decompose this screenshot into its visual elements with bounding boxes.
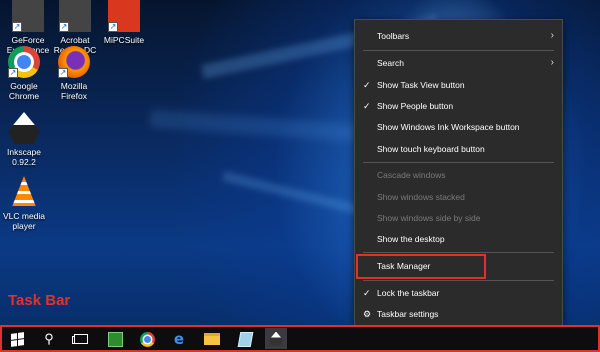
geforce-icon: ↗ (12, 0, 44, 32)
desktop-icon-mipcsuite[interactable]: ↗ MiPCSuite (96, 0, 152, 45)
search-button[interactable]: ⚲ (40, 330, 58, 348)
desktop-icon-firefox[interactable]: ↗ Mozilla Firefox (46, 46, 102, 101)
desktop-icon-label: Inkscape 0.92.2 (6, 147, 42, 167)
taskbar-file-explorer[interactable] (203, 330, 221, 348)
menu-item-label: Lock the taskbar (377, 288, 440, 298)
taskbar-edge[interactable]: e (170, 330, 188, 348)
shortcut-arrow-icon: ↗ (12, 22, 22, 32)
checkmark-icon: ✓ (363, 288, 371, 298)
taskbar-app-green[interactable] (106, 330, 124, 348)
desktop-icon-label: VLC media player (2, 211, 46, 231)
shortcut-arrow-icon: ↗ (8, 68, 18, 78)
menu-separator (363, 162, 554, 163)
shortcut-arrow-icon: ↗ (108, 22, 118, 32)
desktop-icon-label: Mozilla Firefox (60, 81, 88, 101)
desktop-icon-vlc[interactable]: VLC media player (0, 176, 52, 231)
menu-item-label: Toolbars (377, 31, 410, 41)
app-icon (107, 331, 123, 347)
inkscape-icon (269, 331, 283, 346)
desktop-icon-inkscape[interactable]: Inkscape 0.92.2 (0, 112, 52, 167)
menu-item-label: Show Task View button (377, 80, 465, 90)
menu-item-label: Show the desktop (377, 234, 445, 244)
menu-item-label: Taskbar settings (377, 309, 439, 319)
start-button[interactable] (8, 330, 26, 348)
mipcsuite-icon: ↗ (108, 0, 140, 32)
menu-separator (363, 280, 554, 281)
chrome-icon (139, 331, 155, 347)
menu-item-cascade-windows: Cascade windows (355, 167, 562, 183)
taskbar-sticky-notes[interactable] (236, 330, 254, 348)
task-manager-highlight (356, 254, 486, 279)
taskbar-annotation-label: Task Bar (8, 292, 71, 309)
chevron-right-icon: › (550, 30, 554, 41)
desktop-icon-chrome[interactable]: ↗ Google Chrome (0, 46, 52, 101)
menu-item-show-people-button[interactable]: ✓ Show People button (355, 98, 562, 114)
firefox-icon: ↗ (58, 46, 90, 78)
menu-item-lock-the-taskbar[interactable]: ✓ Lock the taskbar (355, 285, 562, 301)
menu-separator (363, 50, 554, 51)
menu-item-label: Show touch keyboard button (377, 144, 485, 154)
sticky-notes-icon (237, 331, 253, 347)
taskbar-chrome[interactable] (138, 330, 156, 348)
checkmark-icon: ✓ (363, 101, 371, 111)
menu-item-label: Show windows stacked (377, 192, 465, 202)
menu-item-show-windows-stacked: Show windows stacked (355, 189, 562, 205)
desktop-icon-label: Google Chrome (8, 81, 40, 101)
search-icon: ⚲ (44, 331, 54, 346)
menu-item-label: Show windows side by side (377, 213, 481, 223)
menu-item-label: Show Windows Ink Workspace button (377, 122, 520, 132)
menu-item-label: Cascade windows (377, 170, 446, 180)
task-view-icon (72, 334, 88, 344)
menu-item-show-task-view-button[interactable]: ✓ Show Task View button (355, 77, 562, 93)
desktop-icon-label: MiPCSuite (103, 35, 145, 45)
chevron-right-icon: › (550, 57, 554, 68)
file-explorer-icon (204, 333, 220, 345)
chrome-icon: ↗ (8, 46, 40, 78)
menu-item-show-touch-keyboard-button[interactable]: Show touch keyboard button (355, 141, 562, 157)
menu-item-search[interactable]: Search › (355, 55, 562, 71)
edge-icon: e (173, 330, 185, 348)
taskbar[interactable]: ⚲ e (0, 325, 600, 352)
menu-separator (363, 252, 554, 253)
vlc-icon (8, 176, 40, 208)
shortcut-arrow-icon: ↗ (59, 22, 69, 32)
gear-icon: ⚙ (363, 309, 372, 319)
menu-item-toolbars[interactable]: Toolbars › (355, 28, 562, 44)
menu-item-show-windows-side-by-side: Show windows side by side (355, 210, 562, 226)
shortcut-arrow-icon: ↗ (58, 68, 68, 78)
menu-item-label: Search (377, 58, 404, 68)
menu-item-show-windows-ink-workspace-button[interactable]: Show Windows Ink Workspace button (355, 119, 562, 135)
acrobat-icon: ↗ (59, 0, 91, 32)
taskbar-context-menu: Toolbars › Search › ✓ Show Task View but… (354, 19, 563, 327)
task-view-button[interactable] (72, 330, 90, 348)
checkmark-icon: ✓ (363, 80, 371, 90)
inkscape-icon (8, 112, 40, 144)
menu-item-label: Show People button (377, 101, 454, 111)
menu-item-show-the-desktop[interactable]: Show the desktop (355, 231, 562, 247)
menu-item-taskbar-settings[interactable]: ⚙ Taskbar settings (355, 306, 562, 322)
windows-logo-icon (10, 331, 24, 347)
taskbar-inkscape[interactable] (265, 328, 287, 349)
